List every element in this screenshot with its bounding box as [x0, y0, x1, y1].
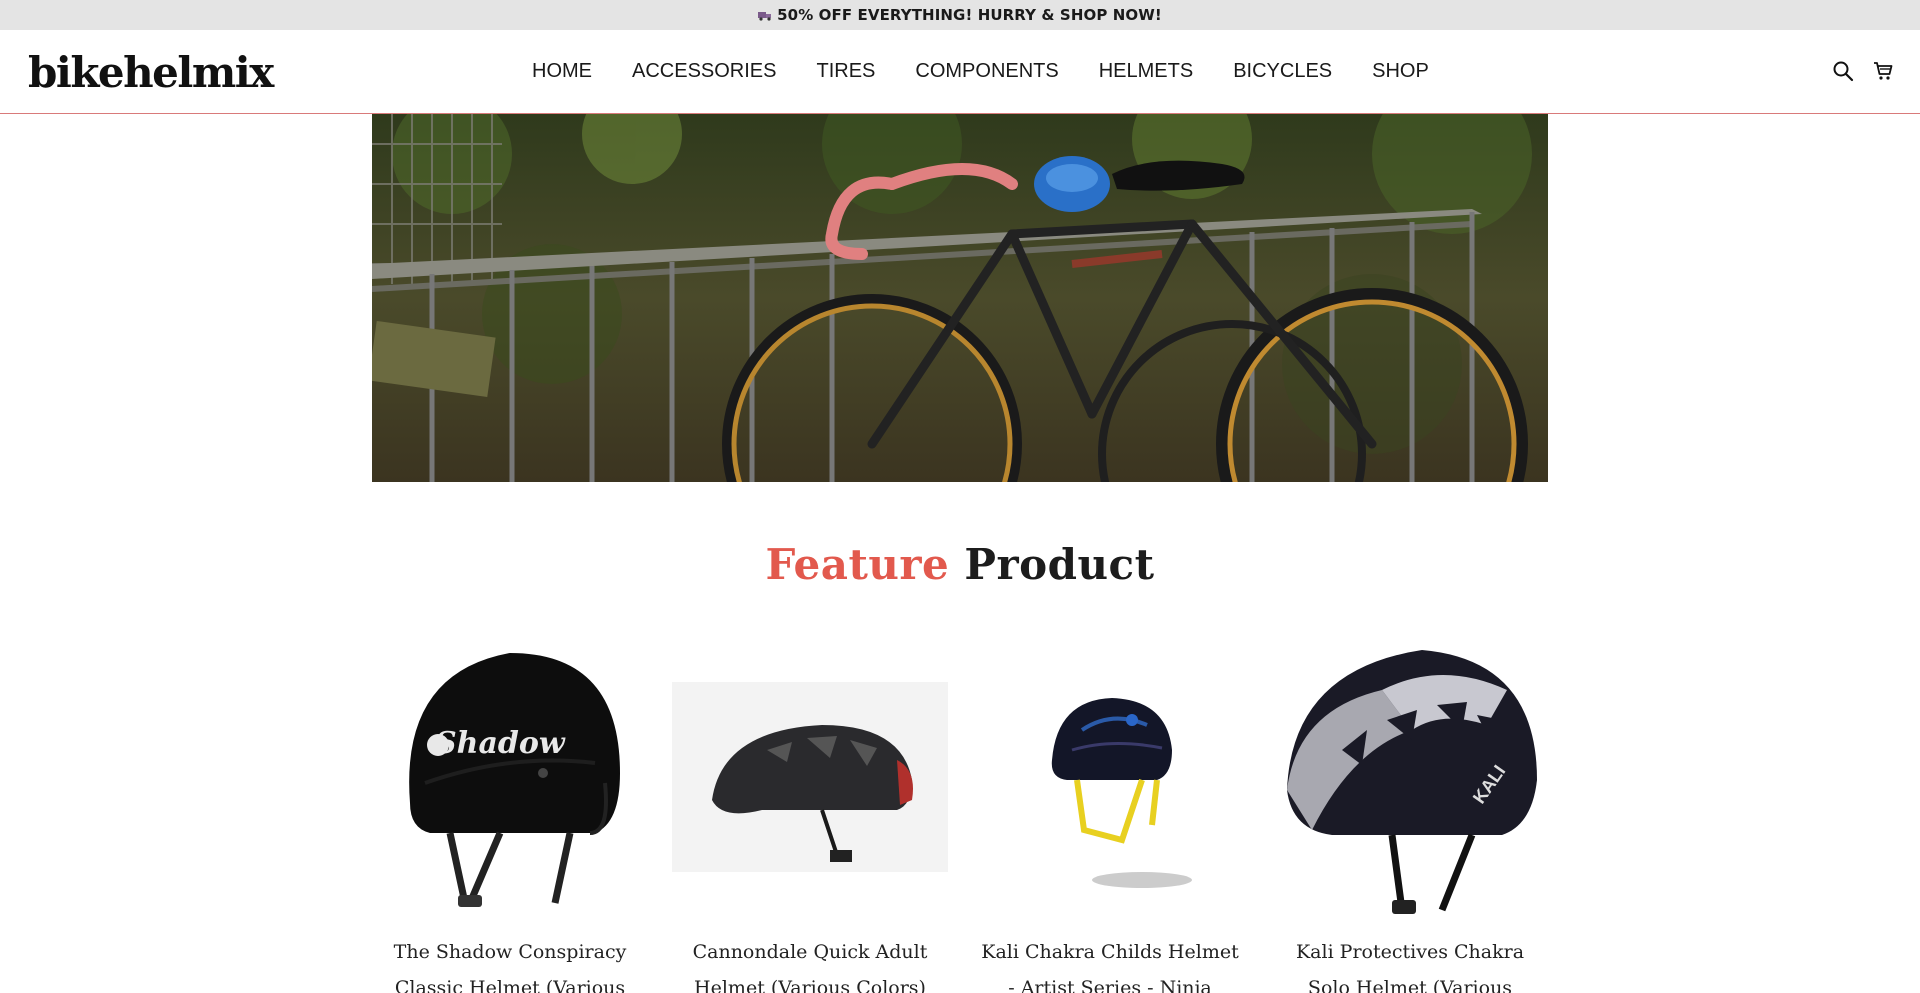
cannondale-helmet-image [672, 682, 948, 872]
cart-icon[interactable] [1872, 60, 1894, 82]
nav-item-helmets[interactable]: HELMETS [1099, 60, 1193, 83]
product-image[interactable] [972, 630, 1248, 926]
product-image[interactable]: Shadow [372, 630, 648, 926]
product-image[interactable]: KALI [1272, 630, 1548, 926]
nav-item-bicycles[interactable]: BICYCLES [1233, 60, 1332, 83]
product-image[interactable] [672, 630, 948, 926]
kali-ninja-helmet-image [1051, 698, 1192, 888]
section-title-rest: Product [964, 540, 1155, 589]
product-grid: Shadow The Shadow Conspiracy Classic Hel… [372, 630, 1548, 993]
promo-text: 50% OFF EVERYTHING! HURRY & SHOP NOW! [777, 6, 1162, 24]
product-card[interactable]: Kali Chakra Childs Helmet - Artist Serie… [972, 630, 1248, 993]
product-name[interactable]: Cannondale Quick Adult Helmet (Various C… [672, 934, 948, 993]
nav-item-tires[interactable]: TIRES [816, 60, 875, 83]
section-title-accent: Feature [765, 540, 950, 589]
black-skate-helmet-image: Shadow [409, 653, 620, 907]
nav-item-components[interactable]: COMPONENTS [915, 60, 1058, 83]
site-logo[interactable]: bikehelmix [28, 48, 274, 97]
hero-bicycles-image [372, 114, 1548, 482]
header-actions [1832, 60, 1894, 82]
product-card[interactable]: KALI Kali Protectives Chakra Solo Helmet… [1272, 630, 1548, 993]
truck-icon [758, 12, 772, 21]
product-name[interactable]: The Shadow Conspiracy Classic Helmet (Va… [372, 934, 648, 993]
nav-item-shop[interactable]: SHOP [1372, 60, 1429, 83]
hero-banner[interactable] [372, 114, 1548, 482]
product-card[interactable]: Shadow The Shadow Conspiracy Classic Hel… [372, 630, 648, 993]
svg-text:Shadow: Shadow [435, 726, 566, 761]
main-nav: HOME ACCESSORIES TIRES COMPONENTS HELMET… [532, 60, 1429, 83]
nav-item-accessories[interactable]: ACCESSORIES [632, 60, 776, 83]
nav-item-home[interactable]: HOME [532, 60, 592, 83]
section-title: Feature Product [0, 540, 1920, 589]
kali-chakra-solo-helmet-image: KALI [1287, 650, 1537, 914]
product-card[interactable]: Cannondale Quick Adult Helmet (Various C… [672, 630, 948, 993]
product-name[interactable]: Kali Protectives Chakra Solo Helmet (Var… [1272, 934, 1548, 993]
product-name[interactable]: Kali Chakra Childs Helmet - Artist Serie… [972, 934, 1248, 993]
site-header: bikehelmix HOME ACCESSORIES TIRES COMPON… [0, 30, 1920, 114]
search-icon[interactable] [1832, 60, 1854, 82]
promo-bar: 50% OFF EVERYTHING! HURRY & SHOP NOW! [0, 0, 1920, 30]
